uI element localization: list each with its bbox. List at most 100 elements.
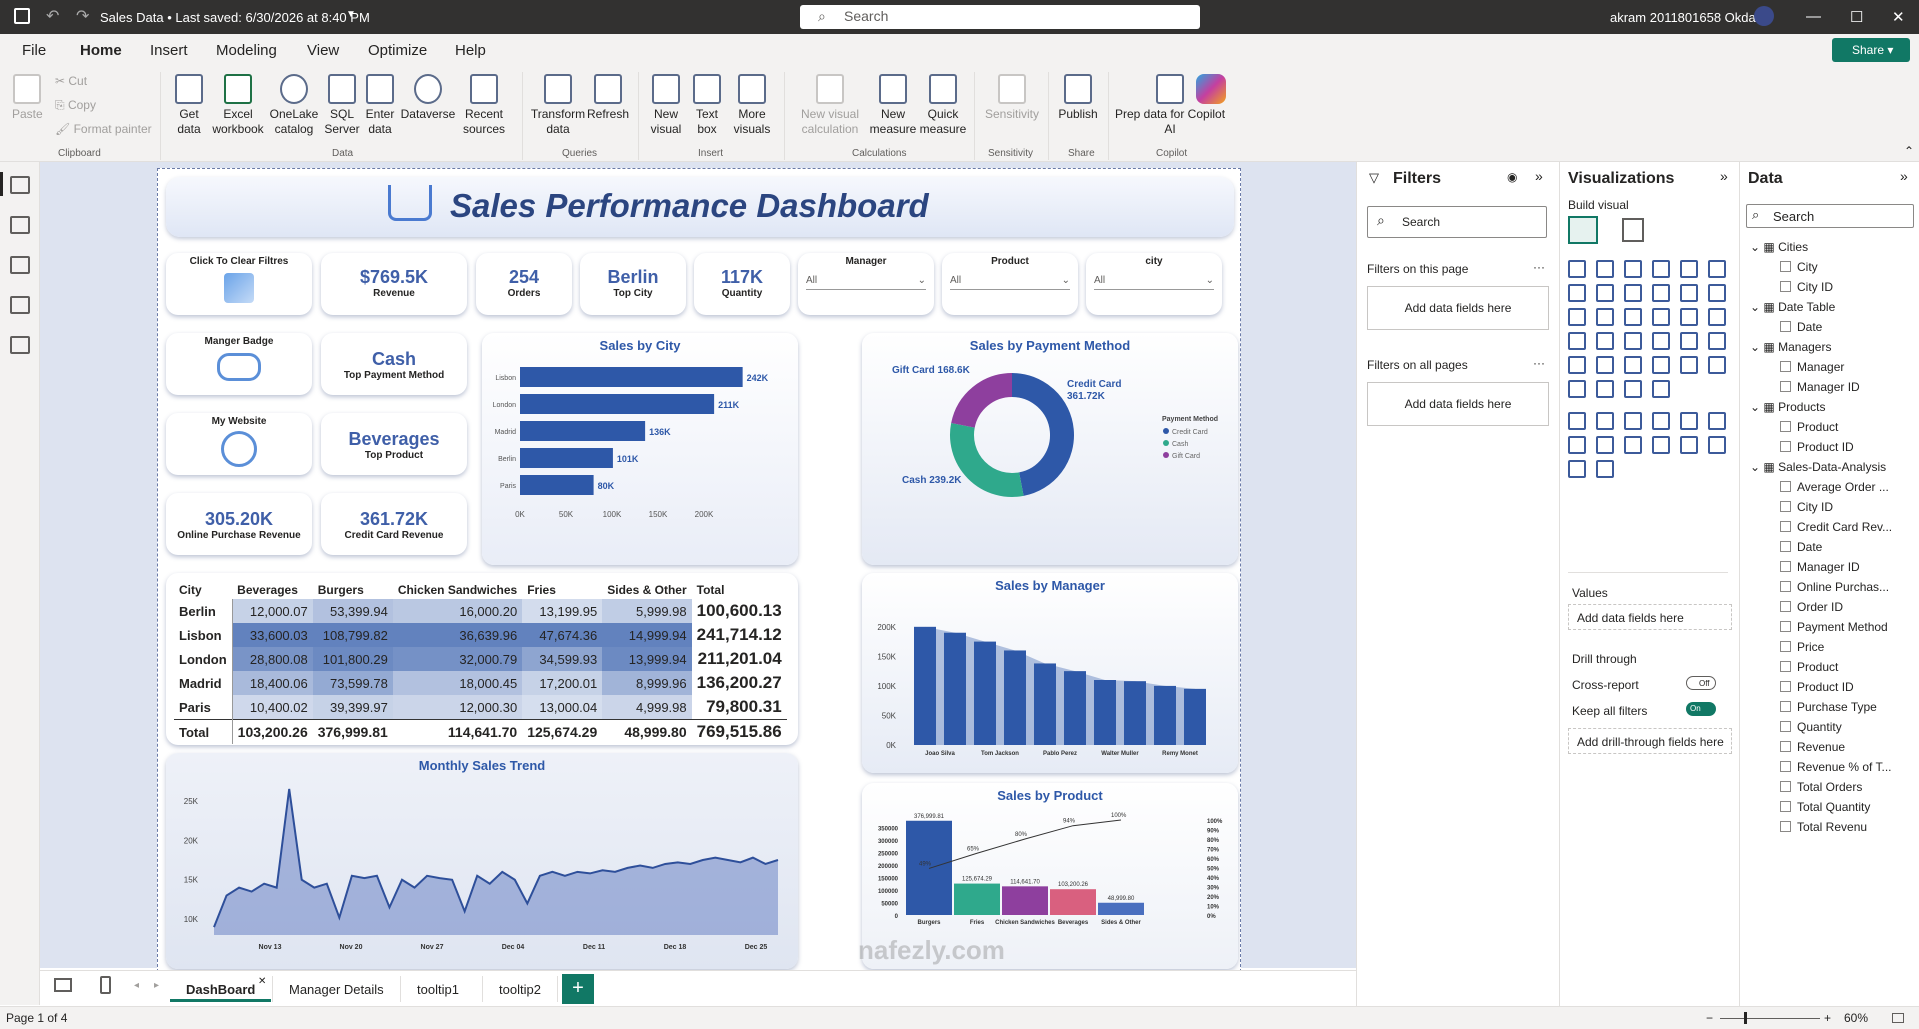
field-item[interactable]: City	[1780, 260, 1818, 274]
zoom-in-icon[interactable]: +	[1824, 1011, 1831, 1025]
get-data-button[interactable]: Get data	[168, 74, 210, 137]
menu-modeling[interactable]: Modeling	[216, 42, 277, 59]
field-item[interactable]: Product ID	[1780, 440, 1854, 454]
maximize-icon[interactable]: ☐	[1850, 8, 1863, 26]
publish-button[interactable]: Publish	[1054, 74, 1102, 122]
matrix-row[interactable]: London 28,800.08 101,800.29 32,000.79 34,599…	[174, 647, 787, 671]
visual-type-icon[interactable]	[1708, 356, 1726, 374]
visual-type-icon[interactable]	[1652, 380, 1670, 398]
menu-optimize[interactable]: Optimize	[368, 42, 427, 59]
slicer-dropdown[interactable]: All ⌄	[1094, 275, 1214, 290]
close-tab-icon[interactable]: ✕	[258, 976, 266, 987]
visual-type-icon[interactable]	[1568, 308, 1586, 326]
sql-server-button[interactable]: SQL Server	[322, 74, 362, 137]
field-checkbox[interactable]	[1780, 661, 1791, 672]
cross-report-toggle[interactable]: Off	[1686, 676, 1716, 690]
dataverse-button[interactable]: Dataverse	[400, 74, 456, 122]
visual-type-icon[interactable]	[1652, 412, 1670, 430]
field-checkbox[interactable]	[1780, 721, 1791, 732]
field-checkbox[interactable]	[1780, 601, 1791, 612]
format-visual-tab-icon[interactable]	[1622, 218, 1644, 242]
close-icon[interactable]: ✕	[1892, 8, 1905, 26]
visual-type-icon[interactable]	[1708, 332, 1726, 350]
matrix-header[interactable]: Beverages	[232, 581, 313, 599]
visual-type-icon[interactable]	[1708, 308, 1726, 326]
slicer-manager[interactable]: Manager All ⌄	[798, 253, 934, 315]
matrix-header[interactable]: Fries	[522, 581, 602, 599]
visual-type-icon[interactable]	[1680, 308, 1698, 326]
quick-measure-button[interactable]: Quick measure	[918, 74, 968, 137]
matrix-row[interactable]: Paris 10,400.02 39,399.97 12,000.30 13,000.0…	[174, 695, 787, 720]
slicer-product[interactable]: Product All ⌄	[942, 253, 1078, 315]
sales-matrix[interactable]: City Beverages Burgers Chicken Sandwiches Fr…	[166, 573, 798, 745]
build-visual-tab-icon[interactable]	[1568, 216, 1598, 244]
table-sales-data-analysis[interactable]: ⌄ ▦ Sales-Data-Analysis	[1750, 460, 1886, 474]
save-icon[interactable]	[14, 8, 30, 24]
field-item[interactable]: Purchase Type	[1780, 700, 1877, 714]
dax-query-view-icon[interactable]	[10, 296, 30, 314]
field-item[interactable]: Product	[1780, 660, 1838, 674]
global-search-input[interactable]: Search	[800, 5, 1200, 29]
sales-by-city-visual[interactable]: Sales by City Lisbon 242K London 211K Madrid…	[482, 333, 798, 565]
visual-type-icon[interactable]	[1596, 412, 1614, 430]
visual-type-icon[interactable]	[1680, 356, 1698, 374]
visual-type-icon[interactable]	[1568, 260, 1586, 278]
drill-through-drop-zone[interactable]: Add drill-through fields here	[1568, 728, 1732, 754]
matrix-row[interactable]: Lisbon 33,600.03 108,799.82 36,639.96 47,674…	[174, 623, 787, 647]
user-name[interactable]: akram 2011801658 Okda	[1610, 10, 1756, 25]
visual-type-icon[interactable]	[1624, 284, 1642, 302]
table-view-icon[interactable]	[10, 216, 30, 234]
clear-filters-button[interactable]: Click To Clear Filtres	[166, 253, 312, 315]
website-button[interactable]: My Website	[166, 413, 312, 475]
slicer-dropdown[interactable]: All ⌄	[950, 275, 1070, 290]
field-item[interactable]: Date	[1780, 320, 1822, 334]
collapse-ribbon-icon[interactable]: ⌃	[1904, 144, 1914, 158]
field-checkbox[interactable]	[1780, 321, 1791, 332]
menu-home[interactable]: Home	[80, 42, 122, 69]
zoom-slider-thumb[interactable]	[1744, 1012, 1747, 1024]
scroll-left-icon[interactable]: ◂	[134, 980, 139, 991]
field-item[interactable]: City ID	[1780, 500, 1833, 514]
sales-by-manager-visual[interactable]: Sales by Manager 0K 50K 100K 150K 200K Joao S…	[862, 573, 1238, 773]
monthly-sales-trend-visual[interactable]: Monthly Sales Trend 10K 15K 20K 25K Nov 13 No…	[166, 753, 798, 969]
table-cities[interactable]: ⌄ ▦ Cities	[1750, 240, 1808, 254]
field-checkbox[interactable]	[1780, 501, 1791, 512]
field-checkbox[interactable]	[1780, 381, 1791, 392]
new-visual-calculation-button[interactable]: New visual calculation	[792, 74, 868, 137]
recent-sources-button[interactable]: Recent sources	[456, 74, 512, 137]
field-item[interactable]: Total Quantity	[1780, 800, 1870, 814]
visual-type-icon[interactable]	[1652, 260, 1670, 278]
field-item[interactable]: Payment Method	[1780, 620, 1888, 634]
visual-type-icon[interactable]	[1680, 260, 1698, 278]
tab-manager-details[interactable]: Manager Details	[272, 976, 400, 1002]
visual-type-icon[interactable]	[1652, 308, 1670, 326]
new-visual-button[interactable]: New visual	[646, 74, 686, 137]
sales-by-payment-visual[interactable]: Sales by Payment Method Credit Card 361.7…	[862, 333, 1238, 565]
field-item[interactable]: Order ID	[1780, 600, 1843, 614]
more-options-icon[interactable]: ···	[1533, 260, 1545, 274]
field-checkbox[interactable]	[1780, 561, 1791, 572]
report-view-icon[interactable]	[10, 176, 30, 194]
copy-button[interactable]: ⎘ Copy	[55, 98, 96, 113]
matrix-header[interactable]: City	[174, 581, 232, 599]
visual-type-icon[interactable]	[1596, 356, 1614, 374]
field-item[interactable]: Product	[1780, 420, 1838, 434]
visual-type-icon[interactable]	[1596, 380, 1614, 398]
field-checkbox[interactable]	[1780, 641, 1791, 652]
field-checkbox[interactable]	[1780, 801, 1791, 812]
slicer-dropdown[interactable]: All ⌄	[806, 275, 926, 290]
document-title[interactable]: Sales Data • Last saved: 6/30/2026 at 8:…	[100, 10, 370, 25]
table-managers[interactable]: ⌄ ▦ Managers	[1750, 340, 1831, 354]
field-item[interactable]: Total Orders	[1780, 780, 1862, 794]
field-checkbox[interactable]	[1780, 741, 1791, 752]
filters-page-drop-zone[interactable]: Add data fields here	[1367, 286, 1549, 330]
scroll-right-icon[interactable]: ▸	[154, 980, 159, 991]
minimize-icon[interactable]: —	[1806, 8, 1821, 25]
tmdl-view-icon[interactable]	[10, 336, 30, 354]
model-view-icon[interactable]	[10, 256, 30, 274]
tab-tooltip1[interactable]: tooltip1	[400, 976, 475, 1002]
menu-file[interactable]: File	[22, 42, 46, 59]
table-products[interactable]: ⌄ ▦ Products	[1750, 400, 1825, 414]
visual-type-icon[interactable]	[1624, 412, 1642, 430]
sensitivity-button[interactable]: Sensitivity	[982, 74, 1042, 122]
